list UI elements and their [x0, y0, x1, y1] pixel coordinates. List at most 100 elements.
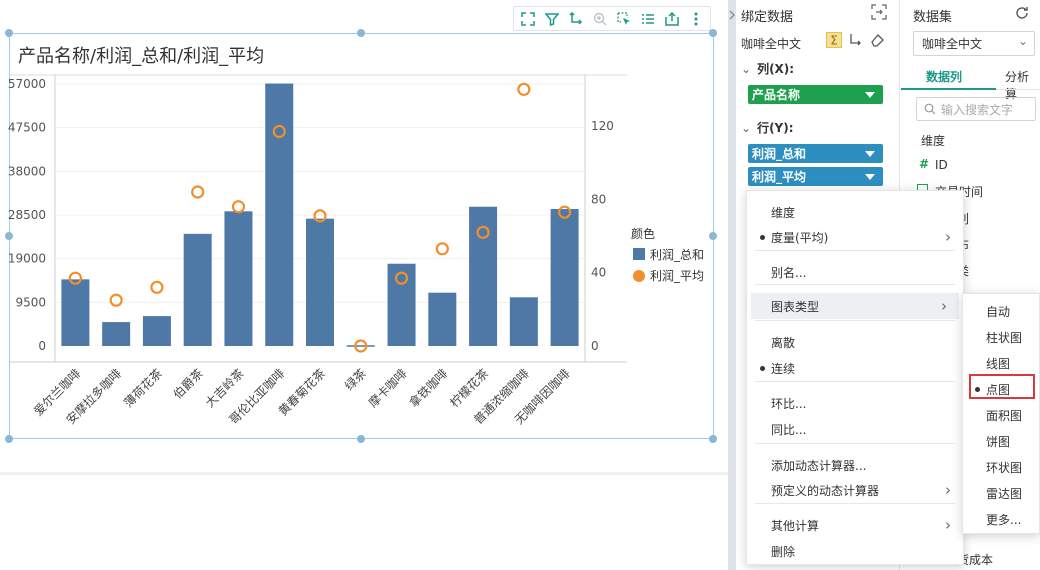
dropdown-arrow-icon[interactable] — [865, 151, 875, 157]
menu-item-label: 添加动态计算器... — [771, 458, 867, 473]
legend-item: 利润_平均 — [650, 269, 704, 283]
context-menu-item[interactable]: 图表类型 › — [751, 293, 959, 319]
menu-item-label: 饼图 — [986, 434, 1011, 449]
chart-type-option[interactable]: 面积图 — [963, 402, 1039, 428]
drill-down-icon[interactable] — [848, 33, 862, 47]
column-field-pill[interactable]: 产品名称 — [748, 85, 883, 104]
columns-section[interactable]: ⌄ 列(X): — [741, 60, 794, 77]
context-menu-item[interactable]: 预定义的动态计算器 › — [747, 477, 963, 503]
context-menu-item[interactable]: 连续 — [747, 355, 963, 381]
menu-item-label: 环比... — [771, 396, 807, 411]
active-tab-indicator — [901, 88, 996, 90]
menu-item-label: 柱状图 — [986, 330, 1023, 345]
dataset-panel-title: 数据集 — [913, 10, 953, 25]
y-tick-label-left: 47500 — [8, 121, 46, 135]
context-menu-item[interactable]: 度量(平均) › — [747, 224, 963, 250]
context-menu-item[interactable]: 环比... — [747, 390, 963, 416]
bar — [142, 316, 171, 346]
sum-icon[interactable]: Σ — [826, 32, 842, 48]
menu-item-label: 自动 — [986, 304, 1011, 319]
data-point — [191, 185, 205, 199]
refresh-icon[interactable] — [1014, 5, 1030, 21]
pill-label: 利润_平均 — [752, 170, 807, 184]
menu-item-label: 图表类型 — [771, 299, 820, 314]
legend-title: 颜色 — [631, 226, 655, 241]
search-icon — [924, 103, 936, 115]
context-menu-item[interactable]: 别名... — [747, 259, 963, 285]
tab-data-columns[interactable]: 数据列 — [926, 68, 962, 85]
row-field-pill[interactable]: 利润_总和 — [748, 144, 883, 163]
dropdown-arrow-icon[interactable] — [865, 92, 875, 98]
y-tick-label-right: 0 — [591, 339, 599, 353]
y-tick-label-left: 57000 — [8, 77, 46, 91]
submenu-arrow-icon: › — [945, 228, 951, 246]
x-tick-label: 绿茶 — [341, 366, 369, 394]
selection-highlight — [969, 374, 1035, 399]
collapse-strip[interactable] — [728, 0, 736, 570]
bind-panel-title: 绑定数据 — [741, 10, 794, 25]
menu-item-label: 别名... — [771, 265, 807, 280]
y-tick-label-left: 38000 — [8, 164, 46, 178]
menu-item-label: 面积图 — [986, 408, 1023, 423]
bar — [428, 292, 457, 346]
dataset-select[interactable]: 咖啡全中文 ⌄ — [913, 31, 1035, 56]
chart-type-option[interactable]: 雷达图 — [963, 480, 1039, 506]
chevron-down-icon: ⌄ — [1017, 34, 1028, 48]
bar — [387, 263, 416, 346]
collapse-icon[interactable] — [728, 5, 736, 25]
data-point — [231, 200, 246, 214]
submenu-arrow-icon: › — [941, 297, 947, 315]
menu-item-label: 线图 — [986, 356, 1011, 371]
menu-item-label: 其他计算 — [771, 518, 820, 533]
search-input[interactable]: 输入搜索文字 — [916, 97, 1036, 121]
x-tick-label: 拿铁咖啡 — [406, 366, 451, 411]
menu-separator — [755, 503, 955, 504]
svg-text:Σ: Σ — [830, 34, 838, 48]
menu-separator — [755, 250, 955, 251]
bar — [265, 83, 294, 347]
tab-divider — [996, 89, 1040, 90]
chart-type-option[interactable]: 线图 — [963, 350, 1039, 376]
field-item[interactable]: ID — [935, 158, 948, 172]
row-field-pill[interactable]: 利润_平均 — [748, 167, 883, 186]
x-tick-label: 薄荷花茶 — [120, 366, 165, 411]
chart-type-option[interactable]: 更多... — [963, 506, 1039, 532]
context-menu-item[interactable]: 删除 — [747, 538, 963, 564]
y-tick-label-left: 0 — [38, 339, 46, 353]
submenu-arrow-icon: › — [945, 516, 951, 534]
y-tick-label-right: 80 — [591, 192, 606, 206]
legend-swatch-point — [633, 270, 645, 282]
chart-plot: 57000475003800028500190009500012080400爱尔… — [8, 74, 704, 427]
bar — [306, 218, 334, 346]
chart-type-option[interactable]: 环状图 — [963, 454, 1039, 480]
menu-item-label: 连续 — [771, 361, 796, 376]
menu-item-label: 环状图 — [986, 460, 1023, 475]
rows-section[interactable]: ⌄ 行(Y): — [741, 119, 794, 136]
chart-type-option[interactable]: 饼图 — [963, 428, 1039, 454]
context-menu-item[interactable]: 同比... — [747, 416, 963, 442]
y-tick-label-left: 9500 — [15, 295, 46, 309]
chevron-down-icon: ⌄ — [741, 121, 752, 135]
x-tick-label: 伯爵茶 — [170, 366, 206, 402]
context-menu-item[interactable]: 维度 — [747, 199, 963, 225]
pill-label: 利润_总和 — [752, 147, 807, 161]
chart-type-option[interactable]: 自动 — [963, 298, 1039, 324]
dimension-header: 维度 — [921, 134, 946, 148]
y-tick-label-left: 28500 — [8, 208, 46, 222]
x-tick-label: 摩卡咖啡 — [365, 366, 410, 411]
chart-type-option[interactable]: 柱状图 — [963, 324, 1039, 350]
menu-separator — [755, 381, 955, 382]
eraser-icon[interactable] — [870, 33, 884, 47]
context-menu-item[interactable]: 其他计算 › — [747, 512, 963, 538]
y-tick-label-right: 40 — [591, 266, 606, 280]
data-point — [517, 82, 531, 96]
swap-axes-icon[interactable] — [871, 4, 887, 20]
context-menu-item[interactable]: 离散 — [747, 329, 963, 355]
bar — [509, 297, 538, 346]
canvas-divider — [0, 472, 728, 475]
menu-item-label: 离散 — [771, 335, 796, 350]
context-menu-item[interactable]: 添加动态计算器... — [747, 452, 963, 478]
legend-swatch-bar — [633, 248, 645, 260]
menu-item-label: 度量(平均) — [771, 230, 829, 245]
dropdown-arrow-icon[interactable] — [865, 174, 875, 180]
